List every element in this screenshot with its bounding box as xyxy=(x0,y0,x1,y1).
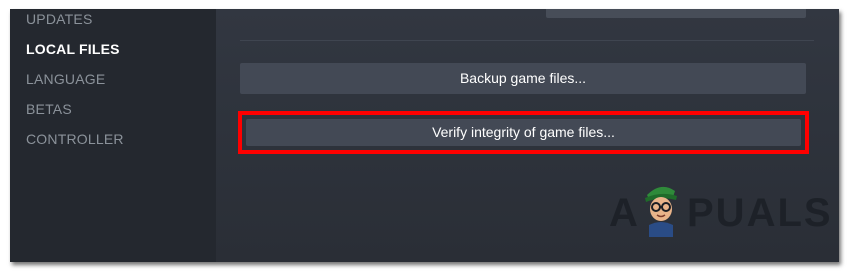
partial-button[interactable] xyxy=(546,9,806,18)
highlight-box: Verify integrity of game files... xyxy=(238,111,809,154)
main-panel: Backup game files... Verify integrity of… xyxy=(216,9,839,262)
sidebar: UPDATES LOCAL FILES LANGUAGE BETAS CONTR… xyxy=(10,9,216,262)
sidebar-item-controller[interactable]: CONTROLLER xyxy=(26,131,124,147)
properties-window: UPDATES LOCAL FILES LANGUAGE BETAS CONTR… xyxy=(10,9,839,262)
sidebar-item-language[interactable]: LANGUAGE xyxy=(26,71,105,87)
sidebar-item-betas[interactable]: BETAS xyxy=(26,101,72,117)
watermark-letter-a: A xyxy=(609,191,640,235)
backup-game-files-button[interactable]: Backup game files... xyxy=(240,63,806,94)
sidebar-item-local-files[interactable]: LOCAL FILES xyxy=(26,41,120,57)
sidebar-item-updates[interactable]: UPDATES xyxy=(26,11,93,27)
watermark-text: PUALS xyxy=(687,191,833,235)
mascot-icon xyxy=(645,186,677,237)
appuals-watermark: A PUALS xyxy=(609,177,831,237)
divider xyxy=(240,40,814,41)
verify-integrity-button[interactable]: Verify integrity of game files... xyxy=(246,119,801,146)
